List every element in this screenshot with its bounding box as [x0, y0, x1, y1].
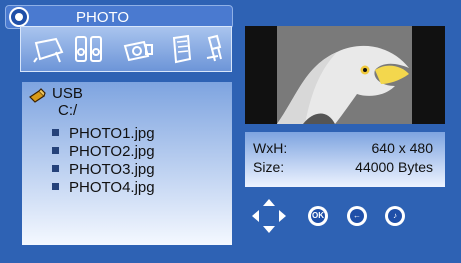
camera-icon[interactable]: [122, 34, 155, 64]
file-size-label: Size:: [253, 159, 285, 175]
file-browser-panel: USB C:/ PHOTO1.jpg PHOTO2.jpg PHOTO3.jpg…: [22, 82, 232, 245]
audio-icon: ♪: [388, 209, 402, 223]
file-name: PHOTO3.jpg: [69, 161, 155, 178]
file-item[interactable]: PHOTO1.jpg: [52, 125, 155, 142]
usb-device-icon: [28, 87, 46, 103]
dimension-label: WxH:: [253, 140, 288, 156]
device-label[interactable]: USB: [52, 85, 83, 102]
photo-preview: [245, 26, 445, 124]
file-size-value: 44000 Bytes: [355, 159, 433, 175]
back-button[interactable]: ←: [347, 206, 367, 226]
speaker-icon[interactable]: [74, 34, 105, 64]
file-bullet-icon: [52, 165, 59, 172]
photo-info-panel: WxH: 640 x 480 Size: 44000 Bytes: [245, 132, 445, 187]
audio-button[interactable]: ♪: [385, 206, 405, 226]
page-title: PHOTO: [76, 9, 130, 26]
file-item[interactable]: PHOTO2.jpg: [52, 143, 155, 160]
navigation-pad[interactable]: [251, 198, 287, 234]
ok-label: OK: [311, 209, 325, 223]
usb-stick-icon[interactable]: [202, 34, 224, 64]
photo-browser-screen: PHOTO USB C:/ PHOTO1.jpg PHOTO2.jpg PHOT…: [0, 0, 461, 263]
current-path: C:/: [58, 102, 78, 119]
file-name: PHOTO1.jpg: [69, 125, 155, 142]
photo-frame-icon[interactable]: [31, 34, 65, 64]
dimension-value: 640 x 480: [371, 140, 434, 156]
eagle-photo: [277, 26, 412, 124]
file-item[interactable]: PHOTO4.jpg: [52, 179, 155, 196]
file-bullet-icon: [52, 129, 59, 136]
ok-button[interactable]: OK: [308, 206, 328, 226]
file-bullet-icon: [52, 183, 59, 190]
file-name: PHOTO2.jpg: [69, 143, 155, 160]
book-icon[interactable]: [170, 34, 194, 64]
file-name: PHOTO4.jpg: [69, 179, 155, 196]
category-icon-bar: [20, 26, 232, 72]
back-arrow-icon: ←: [350, 209, 364, 223]
photo-mode-icon: [9, 7, 29, 27]
file-bullet-icon: [52, 147, 59, 154]
file-item[interactable]: PHOTO3.jpg: [52, 161, 155, 178]
